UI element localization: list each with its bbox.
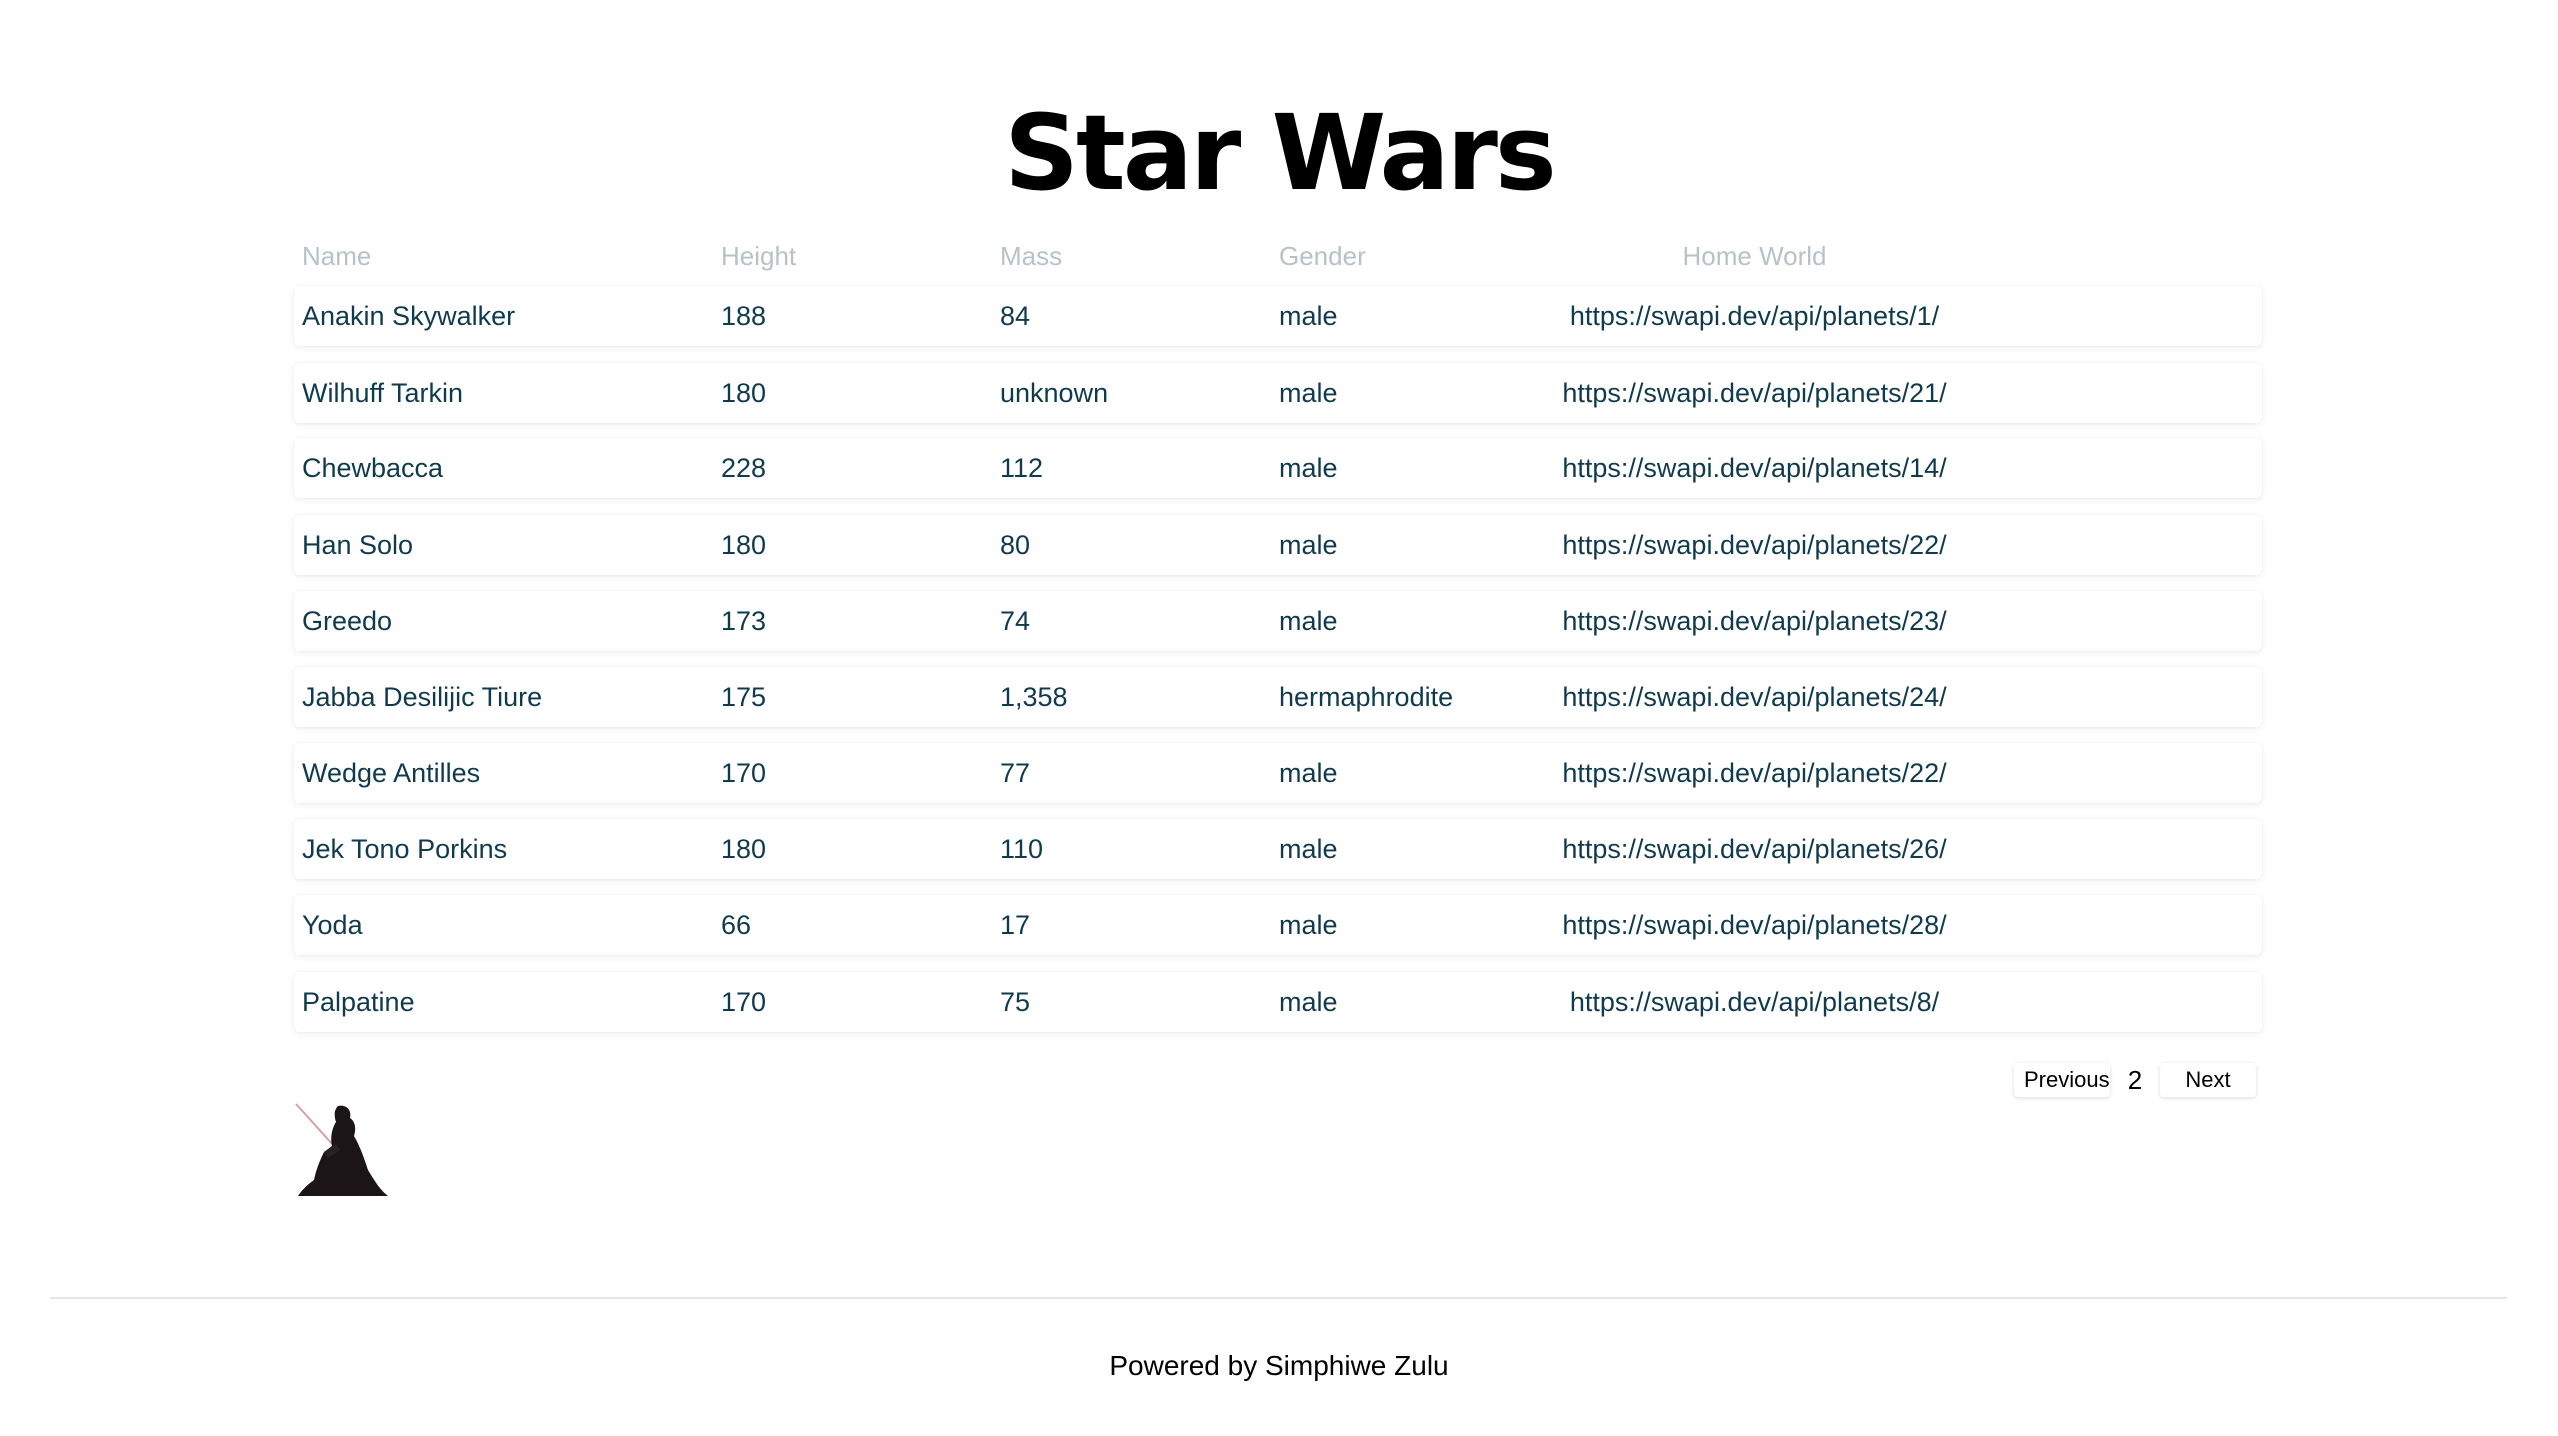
cell-home-world: https://swapi.dev/api/planets/14/ — [1562, 453, 1947, 483]
cell-name: Palpatine — [302, 987, 415, 1017]
cell-name: Anakin Skywalker — [302, 301, 516, 331]
sith-lightsaber-silhouette-icon — [294, 1100, 394, 1200]
cell-mass: 110 — [1000, 834, 1044, 864]
table-row: Yoda 66 17 male https://swapi.dev/api/planet… — [294, 895, 2262, 955]
column-header-name: Name — [302, 241, 372, 271]
cell-name: Wilhuff Tarkin — [302, 378, 464, 408]
cell-mass: 1,358 — [1000, 682, 1068, 712]
cell-mass: 77 — [1000, 758, 1031, 788]
cell-mass: unknown — [1000, 378, 1109, 408]
page-title: Star Wars — [1004, 92, 1557, 214]
previous-button[interactable]: Previous — [2014, 1063, 2110, 1097]
table-row: Wilhuff Tarkin 180 unknown male https://swap… — [294, 363, 2262, 423]
next-button[interactable]: Next — [2160, 1063, 2256, 1097]
table-row: Greedo 173 74 male https://swapi.dev/api/pla… — [294, 591, 2262, 651]
cell-mass: 17 — [1000, 910, 1031, 940]
cell-height: 228 — [721, 453, 767, 483]
cell-name: Greedo — [302, 606, 393, 636]
column-header-mass: Mass — [1000, 241, 1063, 271]
characters-table: Name Height Mass Gender Home World Anaki… — [294, 236, 2262, 1032]
cell-home-world: https://swapi.dev/api/planets/28/ — [1562, 910, 1947, 940]
cell-mass: 112 — [1000, 453, 1044, 483]
cell-name: Jabba Desilijic Tiure — [302, 682, 543, 712]
table-row: Jek Tono Porkins 180 110 male https://swapi.… — [294, 819, 2262, 879]
cell-home-world: https://swapi.dev/api/planets/23/ — [1562, 606, 1947, 636]
table-row: Anakin Skywalker 188 84 male https://swapi.d… — [294, 286, 2262, 346]
column-header-height: Height — [721, 241, 797, 271]
cell-height: 66 — [721, 910, 752, 940]
cell-height: 175 — [721, 682, 767, 712]
pagination: Previous 2 Next — [2014, 1062, 2256, 1098]
table-row: Palpatine 170 75 male https://swapi.dev/api/… — [294, 972, 2262, 1032]
cell-mass: 80 — [1000, 530, 1031, 560]
cell-name: Chewbacca — [302, 453, 444, 483]
cell-mass: 75 — [1000, 987, 1031, 1017]
table-row: Jabba Desilijic Tiure 175 1,358 hermaphrodi… — [294, 667, 2262, 727]
cell-name: Han Solo — [302, 530, 414, 560]
footer-credit: Powered by Simphiwe Zulu — [1109, 1350, 1449, 1381]
table-row: Chewbacca 228 112 male https://swapi.dev/api… — [294, 438, 2262, 498]
cell-height: 173 — [721, 606, 767, 636]
cell-home-world: https://swapi.dev/api/planets/1/ — [1569, 301, 1940, 331]
cell-home-world: https://swapi.dev/api/planets/24/ — [1562, 682, 1947, 712]
cell-home-world: https://swapi.dev/api/planets/26/ — [1562, 834, 1947, 864]
cell-name: Jek Tono Porkins — [302, 834, 508, 864]
cell-height: 180 — [721, 834, 767, 864]
table-row: Wedge Antilles 170 77 male https://swapi.dev… — [294, 743, 2262, 803]
table-row: Han Solo 180 80 male https://swapi.dev/api/p… — [294, 515, 2262, 575]
page: Star Wars Name Height Mass Gender Home W… — [0, 0, 2558, 1436]
current-page-number: 2 — [2127, 1064, 2143, 1095]
cell-height: 170 — [721, 758, 767, 788]
table-header: Name Height Mass Gender Home World — [294, 236, 2262, 276]
cell-height: 180 — [721, 378, 767, 408]
cell-height: 180 — [721, 530, 767, 560]
cell-home-world: https://swapi.dev/api/planets/22/ — [1562, 530, 1947, 560]
cell-home-world: https://swapi.dev/api/planets/21/ — [1562, 378, 1947, 408]
cell-name: Yoda — [302, 910, 363, 940]
cell-name: Wedge Antilles — [302, 758, 481, 788]
footer-divider — [50, 1297, 2507, 1299]
cell-height: 170 — [721, 987, 767, 1017]
cell-height: 188 — [721, 301, 767, 331]
cell-home-world: https://swapi.dev/api/planets/22/ — [1562, 758, 1947, 788]
column-header-home-world: Home World — [1682, 241, 1827, 271]
cell-mass: 74 — [1000, 606, 1031, 636]
cell-home-world: https://swapi.dev/api/planets/8/ — [1569, 987, 1940, 1017]
cell-mass: 84 — [1000, 301, 1031, 331]
